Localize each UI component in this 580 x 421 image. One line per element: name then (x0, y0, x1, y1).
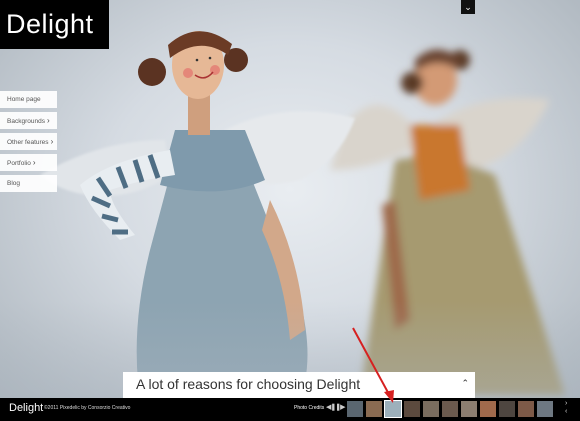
annotation-arrow (352, 327, 394, 403)
